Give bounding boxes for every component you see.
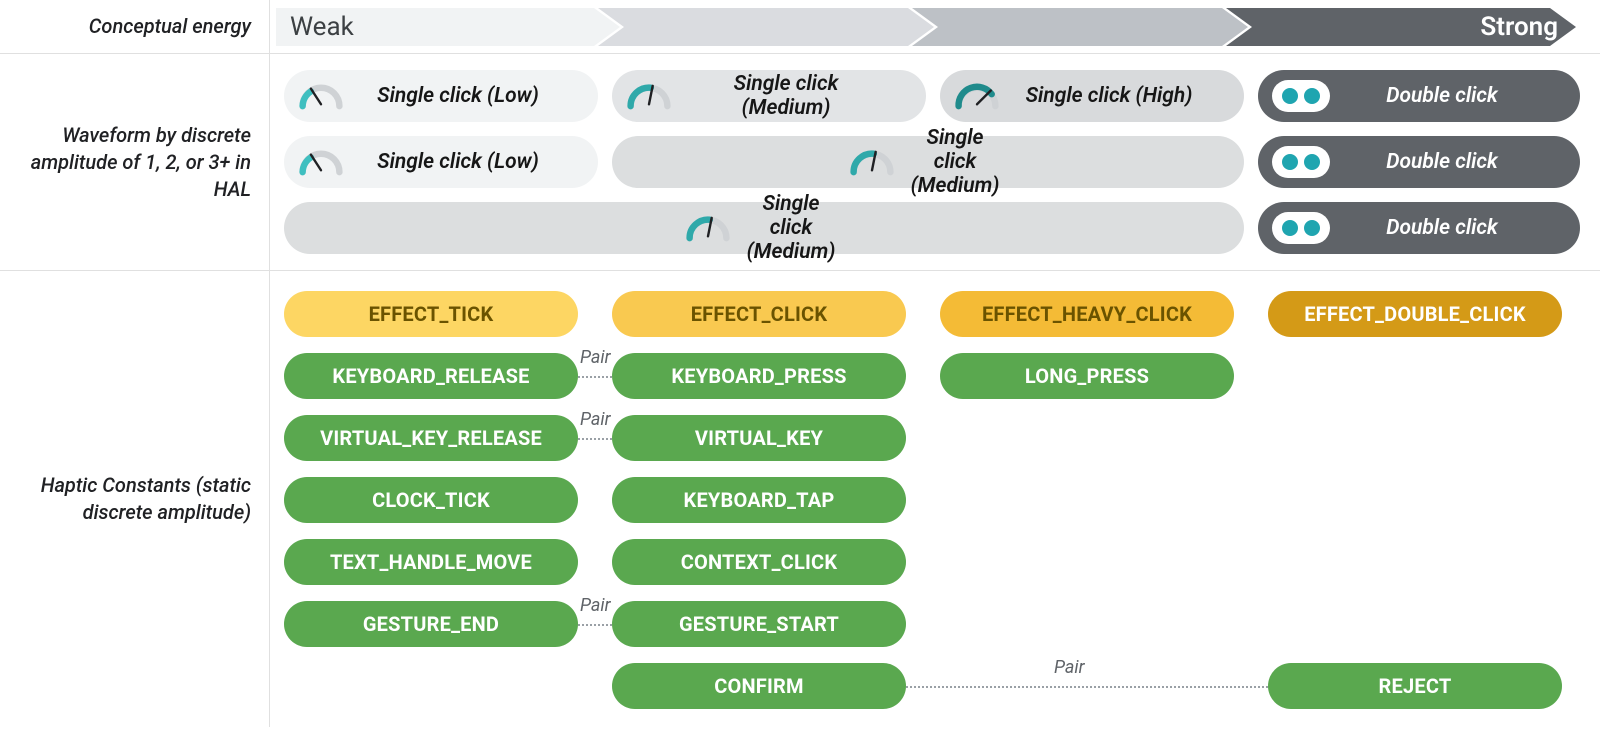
single-click-low-pill-2: Single click (Low) xyxy=(284,136,598,188)
constants-label-text: Haptic Constants (static discrete amplit… xyxy=(20,472,251,526)
empty-cell xyxy=(940,539,1234,585)
empty-cell xyxy=(284,663,578,709)
empty-cell xyxy=(1268,539,1562,585)
double-click-text-3: Double click xyxy=(1346,216,1558,240)
virtual-key-chip: VIRTUAL_KEY xyxy=(612,415,906,461)
single-click-med-text-3: Single click (Medium) xyxy=(747,192,836,264)
energy-label-text: Conceptual energy xyxy=(89,13,251,40)
empty-cell xyxy=(1268,353,1562,399)
double-click-text-1: Double click xyxy=(1346,84,1558,108)
double-click-pill-2: Double click xyxy=(1258,136,1580,188)
long-press-chip: LONG_PRESS xyxy=(940,353,1234,399)
energy-arrow: Weak Strong xyxy=(270,0,1600,54)
gesture-end-chip: GESTURE_END xyxy=(284,601,578,647)
single-click-med-pill-3: Single click (Medium) xyxy=(284,202,1244,254)
waveform-label: Waveform by discrete amplitude of 1, 2, … xyxy=(0,54,270,270)
single-click-med-text-2: Single click (Medium) xyxy=(911,126,1000,198)
pair-label-3: Pair xyxy=(580,595,611,616)
gauge-low-icon-2 xyxy=(298,147,344,177)
gauge-med-icon-2 xyxy=(849,147,895,177)
virtual-key-release-chip: VIRTUAL_KEY_RELEASE xyxy=(284,415,578,461)
double-click-pill-3: Double click xyxy=(1258,202,1580,254)
double-dots-icon-2 xyxy=(1272,146,1330,178)
constants-label: Haptic Constants (static discrete amplit… xyxy=(0,271,270,727)
gauge-med-icon xyxy=(626,81,672,111)
empty-cell xyxy=(940,477,1234,523)
context-click-chip: CONTEXT_CLICK xyxy=(612,539,906,585)
double-dots-icon xyxy=(1272,80,1330,112)
effect-click-chip: EFFECT_CLICK xyxy=(612,291,906,337)
pair-label-4: Pair xyxy=(1054,657,1085,678)
constants-grid: EFFECT_TICK EFFECT_CLICK EFFECT_HEAVY_CL… xyxy=(284,291,1582,709)
single-click-med-pill-2: Single click (Medium) xyxy=(612,136,1244,188)
effect-heavy-click-chip: EFFECT_HEAVY_CLICK xyxy=(940,291,1234,337)
waveform-label-text: Waveform by discrete amplitude of 1, 2, … xyxy=(20,122,251,203)
gauge-med-icon-3 xyxy=(685,213,731,243)
single-click-med-text: Single click (Medium) xyxy=(688,72,904,120)
clock-tick-chip: CLOCK_TICK xyxy=(284,477,578,523)
empty-cell xyxy=(1268,601,1562,647)
double-click-text-2: Double click xyxy=(1346,150,1558,174)
keyboard-press-chip: KEYBOARD_PRESS xyxy=(612,353,906,399)
pair-label-2: Pair xyxy=(580,409,611,430)
keyboard-release-chip: KEYBOARD_RELEASE xyxy=(284,353,578,399)
single-click-med-pill: Single click (Medium) xyxy=(612,70,926,122)
arrow-strong-label: Strong xyxy=(1480,0,1558,54)
single-click-low-pill: Single click (Low) xyxy=(284,70,598,122)
effect-tick-chip: EFFECT_TICK xyxy=(284,291,578,337)
single-click-low-text: Single click (Low) xyxy=(360,84,576,108)
keyboard-tap-chip: KEYBOARD_TAP xyxy=(612,477,906,523)
energy-label: Conceptual energy xyxy=(0,0,270,53)
single-click-high-pill: Single click (High) xyxy=(940,70,1244,122)
single-click-high-text: Single click (High) xyxy=(1016,84,1222,108)
effect-double-click-chip: EFFECT_DOUBLE_CLICK xyxy=(1268,291,1562,337)
arrow-weak-label: Weak xyxy=(290,0,354,54)
gauge-high-icon xyxy=(954,81,1000,111)
empty-cell xyxy=(940,415,1234,461)
double-click-pill-1: Double click xyxy=(1258,70,1580,122)
empty-cell xyxy=(1268,477,1562,523)
text-handle-move-chip: TEXT_HANDLE_MOVE xyxy=(284,539,578,585)
gesture-start-chip: GESTURE_START xyxy=(612,601,906,647)
pair-label-1: Pair xyxy=(580,347,611,368)
empty-cell xyxy=(940,601,1234,647)
confirm-chip: CONFIRM xyxy=(612,663,906,709)
reject-chip: REJECT xyxy=(1268,663,1562,709)
double-dots-icon-3 xyxy=(1272,212,1330,244)
empty-cell xyxy=(1268,415,1562,461)
gauge-low-icon xyxy=(298,81,344,111)
single-click-low-text-2: Single click (Low) xyxy=(360,150,576,174)
